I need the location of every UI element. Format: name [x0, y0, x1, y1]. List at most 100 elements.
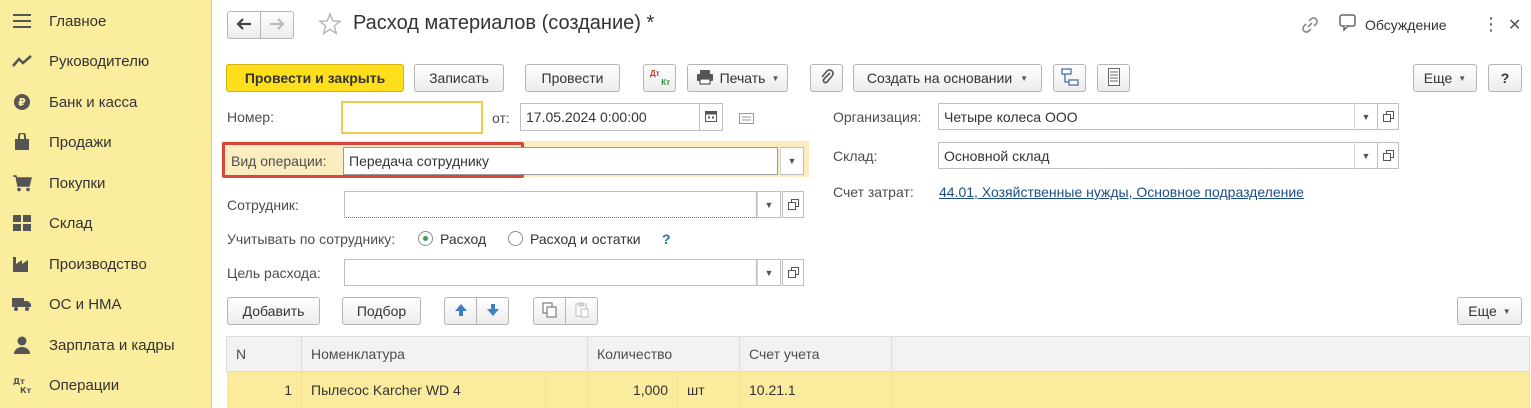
arrow-up-icon	[454, 303, 468, 320]
sidebar-item-label: Покупки	[49, 174, 106, 192]
number-field[interactable]	[341, 101, 483, 134]
chevron-down-icon[interactable]: ▼	[1354, 103, 1378, 130]
svg-text:Дт: Дт	[13, 377, 25, 386]
sidebar-item-fixed-assets[interactable]: ОС и НМА	[0, 284, 211, 324]
warehouse-field[interactable]: Основной склад	[938, 142, 1356, 169]
more-vertical-icon[interactable]: ⋮	[1482, 14, 1500, 35]
sidebar-item-manager[interactable]: Руководителю	[0, 41, 211, 81]
page-title: Расход материалов (создание) *	[353, 12, 655, 34]
move-down-button[interactable]	[476, 297, 509, 325]
column-header-item[interactable]: Номенклатура	[301, 336, 588, 372]
radio-expense-and-balance[interactable]	[508, 231, 523, 246]
employee-field[interactable]	[344, 191, 757, 218]
chevron-down-icon[interactable]: ▼	[757, 259, 781, 286]
calendar-button[interactable]	[699, 103, 723, 131]
chevron-down-icon[interactable]: ▼	[780, 147, 804, 175]
sidebar-item-main[interactable]: Главное	[0, 1, 211, 41]
cell-item[interactable]: Пылесос Karcher WD 4	[301, 371, 546, 408]
date-from-label: от:	[492, 110, 510, 126]
purpose-field[interactable]	[344, 259, 757, 286]
document-form: Расход материалов (создание) * Обсуждени…	[212, 0, 1531, 408]
materials-table: N Номенклатура Количество Счет учета 1 П…	[226, 336, 1530, 408]
cell-empty[interactable]	[891, 371, 1530, 408]
factory-icon	[12, 255, 32, 273]
help-button[interactable]: ?	[1488, 64, 1522, 92]
paperclip-icon	[820, 68, 834, 89]
print-label: Печать	[719, 70, 766, 86]
add-row-button[interactable]: Добавить	[227, 297, 320, 325]
operation-type-select[interactable]: Передача сотруднику	[343, 147, 778, 175]
create-based-on-label: Создать на основании	[866, 70, 1013, 86]
sidebar-item-label: Операции	[49, 376, 120, 394]
radio-expense[interactable]	[418, 231, 433, 246]
operation-type-label: Вид операции:	[231, 153, 327, 169]
close-icon[interactable]: ✕	[1508, 15, 1521, 35]
structure-button[interactable]	[1053, 64, 1086, 92]
help-hint-icon[interactable]: ?	[662, 231, 671, 247]
paste-button[interactable]	[565, 297, 598, 325]
open-icon[interactable]	[1377, 142, 1399, 169]
cell-quantity[interactable]: 1,000	[587, 371, 678, 408]
open-icon[interactable]	[1377, 103, 1399, 130]
comment-lines-icon[interactable]	[739, 112, 755, 128]
save-button[interactable]: Записать	[414, 64, 504, 92]
list-document-icon	[1107, 67, 1120, 89]
back-button[interactable]	[227, 11, 261, 39]
create-based-on-button[interactable]: Создать на основании ▼	[853, 64, 1042, 92]
table-row[interactable]: 1 Пылесос Karcher WD 4 1,000 шт 10.21.1	[226, 371, 1530, 408]
column-header-quantity[interactable]: Количество	[587, 336, 740, 372]
post-button[interactable]: Провести	[525, 64, 620, 92]
more-label: Еще	[1423, 70, 1453, 86]
sidebar-item-label: Склад	[49, 214, 93, 232]
cell-unit[interactable]: шт	[677, 371, 740, 408]
employee-label: Сотрудник:	[227, 197, 299, 213]
table-header-row: N Номенклатура Количество Счет учета	[226, 336, 1530, 372]
printer-icon	[696, 69, 714, 88]
sidebar-item-warehouse[interactable]: Склад	[0, 203, 211, 243]
date-field[interactable]: 17.05.2024 0:00:00	[520, 103, 700, 131]
dt-kt-button[interactable]: Дт Кт	[643, 64, 676, 92]
truck-icon	[12, 295, 32, 313]
move-up-button[interactable]	[444, 297, 477, 325]
open-icon[interactable]	[782, 259, 804, 286]
chevron-down-icon[interactable]: ▼	[1354, 142, 1378, 169]
link-icon[interactable]	[1300, 15, 1320, 38]
radio-expense-and-balance-label: Расход и остатки	[530, 231, 641, 247]
sidebar-item-bank[interactable]: ₽ Банк и касса	[0, 82, 211, 122]
copy-button[interactable]	[533, 297, 566, 325]
cell-n[interactable]: 1	[226, 371, 302, 408]
organization-label: Организация:	[833, 109, 922, 125]
sidebar-item-salary[interactable]: Зарплата и кадры	[0, 325, 211, 365]
organization-field[interactable]: Четыре колеса ООО	[938, 103, 1356, 130]
ruble-coin-icon: ₽	[12, 93, 32, 111]
trend-icon	[12, 52, 32, 70]
cost-account-link[interactable]: 44.01, Хозяйственные нужды, Основное под…	[939, 184, 1304, 200]
cell-item-extra[interactable]	[545, 371, 588, 408]
forward-button[interactable]	[260, 11, 294, 39]
sidebar-item-production[interactable]: Производство	[0, 244, 211, 284]
pick-button[interactable]: Подбор	[342, 297, 421, 325]
more-button[interactable]: Еще ▼	[1413, 64, 1477, 92]
sidebar-item-operations[interactable]: Дт Кт Операции	[0, 365, 211, 405]
post-and-close-button[interactable]: Провести и закрыть	[226, 64, 404, 92]
cart-icon	[12, 174, 32, 192]
journal-button[interactable]	[1097, 64, 1130, 92]
chevron-down-icon[interactable]: ▼	[757, 191, 781, 218]
sidebar-item-label: Продажи	[49, 133, 112, 151]
kt-label: Кт	[661, 78, 670, 87]
favorite-star-icon[interactable]	[318, 12, 342, 39]
person-icon	[12, 336, 32, 354]
sidebar-item-label: Главное	[49, 12, 107, 30]
sidebar-item-label: Зарплата и кадры	[49, 336, 175, 354]
discussion-button[interactable]: Обсуждение	[1339, 14, 1447, 35]
column-header-account[interactable]: Счет учета	[739, 336, 892, 372]
print-button[interactable]: Печать ▼	[687, 64, 788, 92]
sidebar-item-purchases[interactable]: Покупки	[0, 163, 211, 203]
cell-account[interactable]: 10.21.1	[739, 371, 892, 408]
sidebar-item-sales[interactable]: Продажи	[0, 122, 211, 162]
open-icon[interactable]	[782, 191, 804, 218]
sidebar: Главное Руководителю ₽ Банк и касса Прод…	[0, 0, 212, 408]
table-more-button[interactable]: Еще ▼	[1457, 297, 1522, 325]
column-header-n[interactable]: N	[226, 336, 302, 372]
attach-button[interactable]	[810, 64, 843, 92]
